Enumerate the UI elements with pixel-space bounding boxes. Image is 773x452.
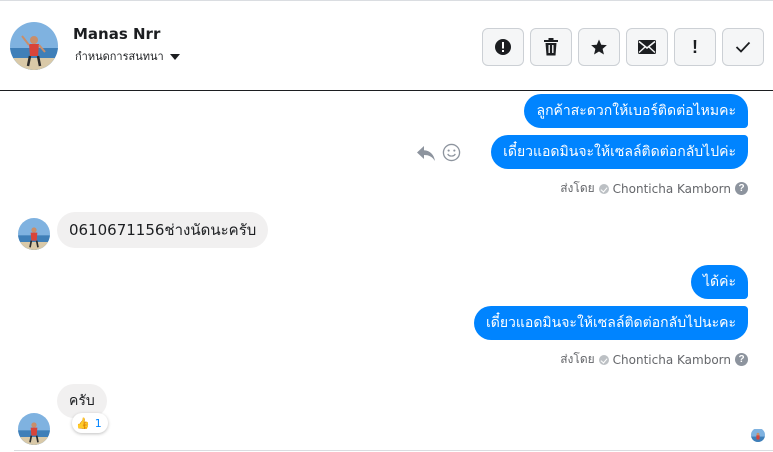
composer-divider xyxy=(14,450,773,451)
sent-by-prefix: ส่งโดย xyxy=(560,352,595,366)
incoming-message[interactable]: 0610671156ช่างนัดนะครับ xyxy=(57,212,269,248)
contact-avatar-small xyxy=(18,218,50,250)
star-button[interactable] xyxy=(578,28,620,66)
mark-done-button[interactable] xyxy=(722,28,764,66)
conversation-options-label: กำหนดการสนทนา xyxy=(75,50,164,63)
reply-icon[interactable] xyxy=(416,144,436,162)
message-hover-tools xyxy=(416,143,461,162)
help-icon[interactable]: ? xyxy=(735,182,748,195)
contact-avatar-small xyxy=(18,413,50,445)
caret-down-icon xyxy=(169,53,180,60)
sent-by-prefix: ส่งโดย xyxy=(560,181,595,195)
delete-button[interactable] xyxy=(530,28,572,66)
seen-by-avatar xyxy=(751,428,765,442)
sent-by-label: ส่งโดย Chonticha Kamborn ? xyxy=(560,350,748,369)
sent-by-label: ส่งโดย Chonticha Kamborn ? xyxy=(560,179,748,198)
contact-name[interactable]: Manas Nrr xyxy=(73,25,160,43)
follow-up-button[interactable]: ! xyxy=(674,28,716,66)
envelope-icon xyxy=(638,40,656,54)
alert-circle-icon xyxy=(495,39,511,55)
message-reaction[interactable]: 👍 1 xyxy=(72,413,108,433)
checkmark-icon xyxy=(735,41,751,53)
contact-avatar[interactable] xyxy=(10,22,58,70)
conversation-options-dropdown[interactable]: กำหนดการสนทนา xyxy=(75,47,180,65)
star-icon xyxy=(591,39,607,55)
sent-check-icon xyxy=(598,354,609,365)
header-actions: ! xyxy=(482,28,764,66)
sent-check-icon xyxy=(598,183,609,194)
outgoing-message[interactable]: ลูกค้าสะดวกให้เบอร์ติดต่อไหมคะ xyxy=(524,94,748,128)
outgoing-message[interactable]: เดี๋ยวแอดมินจะให้เซลล์ติดต่อกลับไปค่ะ xyxy=(491,135,748,169)
mark-spam-button[interactable] xyxy=(482,28,524,66)
conversation-header: Manas Nrr กำหนดการสนทนา ! xyxy=(0,0,773,91)
reaction-count: 1 xyxy=(94,416,102,430)
outgoing-message[interactable]: ได้ค่ะ xyxy=(690,265,748,299)
help-icon[interactable]: ? xyxy=(735,353,748,366)
outgoing-message[interactable]: เดี๋ยวแอดมินจะให้เซลล์ติดต่อกลับไปนะคะ xyxy=(473,306,748,340)
smiley-icon[interactable] xyxy=(442,143,461,162)
sender-name: Chonticha Kamborn xyxy=(612,181,731,196)
thumbs-up-icon: 👍 xyxy=(76,416,90,430)
exclamation-icon: ! xyxy=(692,36,698,57)
mark-unread-button[interactable] xyxy=(626,28,668,66)
message-thread: ลูกค้าสะดวกให้เบอร์ติดต่อไหมคะ เดี๋ยวแอด… xyxy=(0,92,773,452)
trash-icon xyxy=(544,38,558,56)
sender-name: Chonticha Kamborn xyxy=(612,352,731,367)
